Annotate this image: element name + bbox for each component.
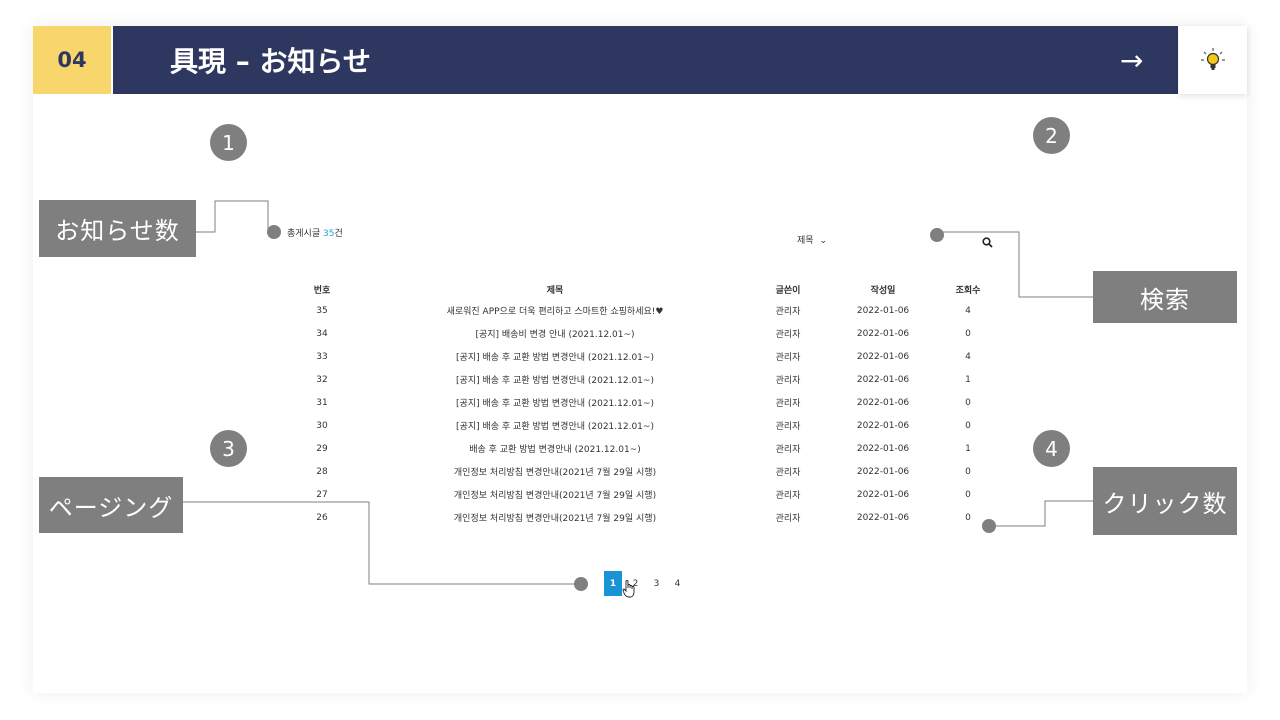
search-field-value: 제목 — [797, 236, 814, 246]
cell-views: 0 — [965, 489, 971, 500]
cell-author: 관리자 — [775, 445, 801, 455]
cell-author: 관리자 — [775, 376, 801, 386]
table-row[interactable]: 33 [공지] 배송 후 교환 방법 변경안내 (2021.12.01~) 관리자 2… — [282, 345, 998, 368]
cell-number: 30 — [316, 420, 328, 431]
cell-title[interactable]: [공지] 배송 후 교환 방법 변경안내 (2021.12.01~) — [362, 345, 748, 368]
annotation-marker-1: 1 — [210, 124, 247, 161]
cell-title[interactable]: 개인정보 처리방침 변경안내(2021년 7월 29일 시행) — [362, 483, 748, 506]
cell-date: 2022-01-06 — [856, 443, 910, 454]
total-post-count: 총게시글 35건 — [287, 226, 343, 239]
cell-title[interactable]: 개인정보 처리방침 변경안내(2021년 7월 29일 시행) — [362, 506, 748, 529]
cell-title[interactable]: [공지] 배송비 변경 안내 (2021.12.01~) — [362, 322, 748, 345]
table-row[interactable]: 26 개인정보 처리방침 변경안내(2021년 7월 29일 시행) 관리자 2022… — [282, 506, 998, 529]
cell-title[interactable]: [공지] 배송 후 교환 방법 변경안내 (2021.12.01~) — [362, 391, 748, 414]
cell-views: 4 — [965, 351, 971, 362]
column-header-title: 제목 — [546, 285, 564, 296]
cell-title[interactable]: 배송 후 교환 방법 변경안내 (2021.12.01~) — [362, 437, 748, 460]
pointer-dot-count — [267, 225, 281, 239]
column-header-views: 조회수 — [955, 285, 981, 296]
search-icon — [982, 237, 993, 248]
label-click-count: クリック数 — [1093, 467, 1237, 535]
pagination: 1 2 3 4 — [604, 571, 688, 596]
label-notice-count: お知らせ数 — [39, 200, 196, 257]
cell-views: 0 — [965, 512, 971, 523]
page-link[interactable]: 3 — [646, 579, 667, 589]
cell-number: 34 — [316, 328, 328, 339]
cell-number: 26 — [316, 512, 328, 523]
page-link[interactable]: 4 — [667, 579, 688, 589]
annotation-marker-3: 3 — [210, 430, 247, 467]
chevron-down-icon: ⌄ — [819, 236, 827, 246]
cell-date: 2022-01-06 — [856, 328, 910, 339]
cell-author: 관리자 — [775, 353, 801, 363]
annotation-marker-4: 4 — [1033, 430, 1070, 467]
table-row[interactable]: 29 배송 후 교환 방법 변경안내 (2021.12.01~) 관리자 2022-0… — [282, 437, 998, 460]
table-row[interactable]: 27 개인정보 처리방침 변경안내(2021년 7월 29일 시행) 관리자 2022… — [282, 483, 998, 506]
cell-number: 32 — [316, 374, 328, 385]
cell-author: 관리자 — [775, 307, 801, 317]
table-row[interactable]: 34 [공지] 배송비 변경 안내 (2021.12.01~) 관리자 2022-01… — [282, 322, 998, 345]
cell-date: 2022-01-06 — [856, 489, 910, 500]
table-row[interactable]: 31 [공지] 배송 후 교환 방법 변경안내 (2021.12.01~) 관리자 2… — [282, 391, 998, 414]
cell-views: 0 — [965, 328, 971, 339]
cell-date: 2022-01-06 — [856, 512, 910, 523]
table-header-row: 번호 제목 글쓴이 작성일 조회수 — [282, 279, 998, 299]
page-link-current[interactable]: 1 — [604, 571, 622, 596]
cell-title[interactable]: 개인정보 처리방침 변경안내(2021년 7월 29일 시행) — [362, 460, 748, 483]
cell-views: 0 — [965, 420, 971, 431]
label-paging: ページング — [39, 477, 183, 533]
search-field-select[interactable]: 제목 ⌄ — [797, 233, 827, 246]
cell-number: 35 — [316, 305, 328, 316]
cell-views: 0 — [965, 466, 971, 477]
cell-views: 1 — [965, 443, 971, 454]
total-suffix: 건 — [334, 229, 343, 239]
cell-views: 4 — [965, 305, 971, 316]
table-row[interactable]: 28 개인정보 처리방침 변경안내(2021년 7월 29일 시행) 관리자 2022… — [282, 460, 998, 483]
cell-date: 2022-01-06 — [856, 374, 910, 385]
column-header-number: 번호 — [313, 285, 331, 296]
notice-table: 번호 제목 글쓴이 작성일 조회수 35 새로워진 APP으로 더욱 편리하고 스… — [282, 279, 998, 529]
cell-title[interactable]: [공지] 배송 후 교환 방법 변경안내 (2021.12.01~) — [362, 368, 748, 391]
label-search: 検索 — [1093, 271, 1237, 323]
table-row[interactable]: 32 [공지] 배송 후 교환 방법 변경안내 (2021.12.01~) 관리자 2… — [282, 368, 998, 391]
cell-date: 2022-01-06 — [856, 351, 910, 362]
cell-date: 2022-01-06 — [856, 305, 910, 316]
cell-title[interactable]: 새로워진 APP으로 더욱 편리하고 스마트한 쇼핑하세요!♥ — [362, 299, 748, 322]
column-header-author: 글쓴이 — [775, 285, 801, 296]
hand-pointer-icon — [622, 580, 635, 598]
cell-author: 관리자 — [775, 422, 801, 432]
cell-number: 27 — [316, 489, 328, 500]
cell-author: 관리자 — [775, 468, 801, 478]
cell-views: 0 — [965, 397, 971, 408]
cell-number: 31 — [316, 397, 328, 408]
cell-author: 관리자 — [775, 330, 801, 340]
table-row[interactable]: 35 새로워진 APP으로 더욱 편리하고 스마트한 쇼핑하세요!♥ 관리자 2022… — [282, 299, 998, 322]
cell-number: 29 — [316, 443, 328, 454]
cell-date: 2022-01-06 — [856, 420, 910, 431]
cell-author: 관리자 — [775, 514, 801, 524]
cell-author: 관리자 — [775, 491, 801, 501]
annotation-marker-2: 2 — [1033, 117, 1070, 154]
total-prefix: 총게시글 — [287, 229, 323, 239]
cell-date: 2022-01-06 — [856, 397, 910, 408]
cell-number: 33 — [316, 351, 328, 362]
pointer-dot-search — [930, 228, 944, 242]
table-row[interactable]: 30 [공지] 배송 후 교환 방법 변경안내 (2021.12.01~) 관리자 2… — [282, 414, 998, 437]
cell-date: 2022-01-06 — [856, 466, 910, 477]
cell-title[interactable]: [공지] 배송 후 교환 방법 변경안내 (2021.12.01~) — [362, 414, 748, 437]
column-header-date: 작성일 — [870, 285, 896, 296]
search-button[interactable] — [982, 233, 993, 252]
cell-author: 관리자 — [775, 399, 801, 409]
total-number: 35 — [322, 229, 335, 239]
cell-views: 1 — [965, 374, 971, 385]
cell-number: 28 — [316, 466, 328, 477]
pointer-dot-paging — [574, 577, 588, 591]
